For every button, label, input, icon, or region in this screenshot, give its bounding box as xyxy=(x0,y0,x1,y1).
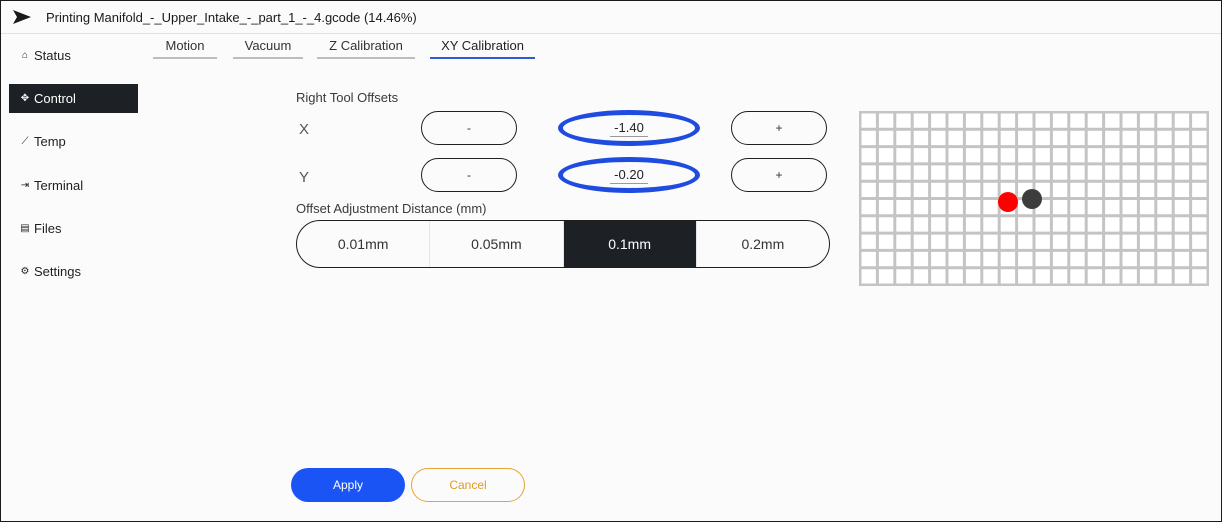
x-axis-label: X xyxy=(299,121,310,138)
y-increase-button[interactable]: + xyxy=(731,158,827,192)
sidebar-item-status[interactable]: ⌂ Status xyxy=(9,41,138,70)
title-bar: Printing Manifold_-_Upper_Intake_-_part_… xyxy=(1,1,1221,34)
trend-line-icon: ⟋ xyxy=(21,136,29,147)
sidebar-item-temp[interactable]: ⟋ Temp xyxy=(9,127,138,156)
y-value-highlight xyxy=(558,157,700,193)
sidebar-item-label: Terminal xyxy=(34,178,84,193)
sidebar-item-control[interactable]: ✥ Control xyxy=(9,84,138,113)
move-arrows-icon: ✥ xyxy=(20,93,30,104)
tab-xy-calibration[interactable]: XY Calibration xyxy=(430,37,535,59)
x-decrease-button[interactable]: - xyxy=(421,111,517,145)
offset-distance-label: Offset Adjustment Distance (mm) xyxy=(296,201,487,216)
sidebar-item-label: Files xyxy=(34,221,62,236)
x-offset-input[interactable] xyxy=(610,119,648,137)
distance-selector: 0.01mm 0.05mm 0.1mm 0.2mm xyxy=(296,220,830,268)
sidebar-item-label: Control xyxy=(34,91,76,106)
distance-option-0-2[interactable]: 0.2mm xyxy=(697,221,829,267)
y-decrease-button[interactable]: - xyxy=(421,158,517,192)
home-icon: ⌂ xyxy=(21,50,29,61)
sidebar-item-label: Status xyxy=(34,48,71,63)
x-value-highlight xyxy=(558,110,700,146)
sidebar-item-terminal[interactable]: ⇥ Terminal xyxy=(9,171,138,200)
window-title: Printing Manifold_-_Upper_Intake_-_part_… xyxy=(46,10,417,25)
sidebar-item-label: Temp xyxy=(34,134,66,149)
distance-option-0-05[interactable]: 0.05mm xyxy=(430,221,564,267)
calibration-grid xyxy=(858,110,1210,287)
app-window: Printing Manifold_-_Upper_Intake_-_part_… xyxy=(0,0,1222,522)
y-axis-label: Y xyxy=(299,169,310,186)
terminal-arrow-icon: ⇥ xyxy=(20,180,30,191)
right-tool-offsets-label: Right Tool Offsets xyxy=(296,90,399,105)
tab-vacuum[interactable]: Vacuum xyxy=(233,37,303,59)
reference-tool-dot xyxy=(998,192,1018,212)
sidebar-item-label: Settings xyxy=(34,264,81,279)
tab-z-calibration[interactable]: Z Calibration xyxy=(317,37,415,59)
sidebar-item-settings[interactable]: ⚙ Settings xyxy=(9,257,138,286)
right-tool-dot xyxy=(1022,189,1042,209)
apply-button[interactable]: Apply xyxy=(291,468,405,502)
y-offset-input[interactable] xyxy=(610,166,648,184)
cancel-button[interactable]: Cancel xyxy=(411,468,525,502)
xy-offset-preview-grid xyxy=(858,110,1210,287)
distance-option-0-01[interactable]: 0.01mm xyxy=(297,221,431,267)
file-icon: ▤ xyxy=(20,223,30,234)
gear-icon: ⚙ xyxy=(20,266,30,277)
sidebar-item-files[interactable]: ▤ Files xyxy=(9,214,138,243)
tab-motion[interactable]: Motion xyxy=(153,37,217,59)
arrow-logo-icon xyxy=(13,10,31,24)
distance-option-0-1[interactable]: 0.1mm xyxy=(563,221,697,267)
x-increase-button[interactable]: + xyxy=(731,111,827,145)
